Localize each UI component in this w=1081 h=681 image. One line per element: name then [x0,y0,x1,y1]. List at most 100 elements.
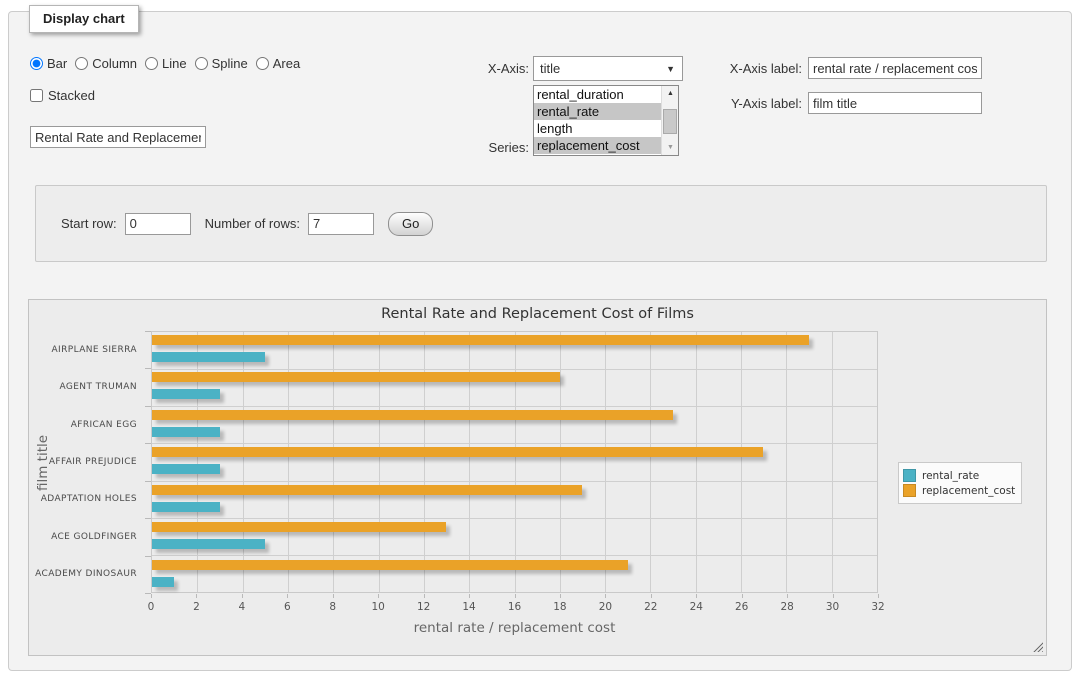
x-tick-mark [287,594,288,598]
bar-rental_rate-african-egg [152,427,220,437]
row-controls-panel: Start row: Number of rows: Go [35,185,1047,262]
category-label: ADAPTATION HOLES [29,494,137,504]
x-tick-label: 4 [227,601,257,613]
x-axis-select[interactable]: title ▼ [533,56,683,81]
x-tick-label: 10 [363,601,393,613]
bar-rental_rate-adaptation-holes [152,502,220,512]
y-axis-label-input[interactable] [808,92,982,114]
chart-type-option-column[interactable]: Column [75,56,137,71]
vertical-gridline [560,332,561,592]
chevron-down-icon: ▼ [666,57,675,81]
chart-title-input[interactable] [30,126,206,148]
chart-type-radio-area[interactable] [256,57,269,70]
x-tick-mark [424,594,425,598]
chart-type-option-line[interactable]: Line [145,56,187,71]
x-tick-mark [151,594,152,598]
bar-replacement_cost-adaptation-holes [152,485,582,495]
start-row-label: Start row: [61,216,117,231]
legend-label: replacement_cost [922,485,1015,497]
chart-type-radio-line[interactable] [145,57,158,70]
x-tick-label: 0 [136,601,166,613]
series-option-rental_duration[interactable]: rental_duration [534,86,661,103]
legend-entry-rental_rate: rental_rate [903,469,1015,482]
x-tick-label: 26 [727,601,757,613]
x-axis-label-caption: X-Axis label: [718,61,802,76]
legend-swatch-icon [903,484,916,497]
horizontal-gridline [152,406,877,407]
resize-handle-icon[interactable] [1032,641,1043,652]
chart-type-radio-bar[interactable] [30,57,43,70]
x-tick-label: 24 [681,601,711,613]
category-label: AGENT TRUMAN [29,382,137,392]
chart-type-label: Bar [47,56,67,71]
vertical-gridline [333,332,334,592]
x-tick-mark [605,594,606,598]
x-tick-label: 6 [272,601,302,613]
vertical-gridline [243,332,244,592]
chart-type-radio-group: Bar Column Line Spline Area [30,56,308,71]
vertical-gridline [605,332,606,592]
horizontal-gridline [152,369,877,370]
y-tick-mark [145,443,151,444]
chart-type-radio-column[interactable] [75,57,88,70]
x-tick-mark [469,594,470,598]
vertical-gridline [515,332,516,592]
chart-legend: rental_rate replacement_cost [898,462,1022,504]
x-tick-mark [515,594,516,598]
y-tick-mark [145,518,151,519]
stacked-checkbox[interactable] [30,89,43,102]
chart-panel: Rental Rate and Replacement Cost of Film… [28,299,1047,656]
x-tick-label: 2 [181,601,211,613]
chart-type-label: Column [92,56,137,71]
series-option-replacement_cost[interactable]: replacement_cost [534,137,661,154]
bar-rental_rate-agent-truman [152,389,220,399]
bar-replacement_cost-ace-goldfinger [152,522,446,532]
x-tick-mark [333,594,334,598]
scroll-up-icon[interactable]: ▲ [662,86,679,101]
category-label: AFFAIR PREJUDICE [29,457,137,467]
chart-type-label: Line [162,56,187,71]
horizontal-gridline [152,555,877,556]
vertical-gridline [379,332,380,592]
category-label: ACE GOLDFINGER [29,532,137,542]
vertical-gridline [741,332,742,592]
num-rows-input[interactable] [308,213,374,235]
vertical-gridline [288,332,289,592]
chart-type-radio-spline[interactable] [195,57,208,70]
horizontal-gridline [152,443,877,444]
y-tick-mark [145,556,151,557]
x-tick-label: 20 [590,601,620,613]
chart-type-option-area[interactable]: Area [256,56,300,71]
series-multiselect[interactable]: rental_durationrental_ratelengthreplacem… [533,85,679,156]
chart-type-label: Spline [212,56,248,71]
scrollbar-thumb[interactable] [663,109,677,134]
stacked-row: Stacked [30,88,95,103]
y-tick-mark [145,331,151,332]
series-option-length[interactable]: length [534,120,661,137]
bar-replacement_cost-affair-prejudice [152,447,763,457]
series-caption: Series: [455,140,529,155]
go-button[interactable]: Go [388,212,433,236]
vertical-gridline [696,332,697,592]
vertical-gridline [469,332,470,592]
legend-swatch-icon [903,469,916,482]
x-tick-mark [242,594,243,598]
y-tick-mark [145,368,151,369]
chart-type-option-spline[interactable]: Spline [195,56,248,71]
vertical-gridline [832,332,833,592]
series-list-scrollbar[interactable]: ▲ ▼ [661,86,678,155]
chart-type-label: Area [273,56,300,71]
y-tick-mark [145,406,151,407]
x-axis-label-input[interactable] [808,57,982,79]
start-row-input[interactable] [125,213,191,235]
x-axis-selected-value: title [540,61,560,76]
y-tick-mark [145,481,151,482]
fieldset-legend: Display chart [29,5,139,33]
y-axis-label-caption: Y-Axis label: [718,96,802,111]
vertical-gridline [786,332,787,592]
chart-type-option-bar[interactable]: Bar [30,56,67,71]
series-option-rental_rate[interactable]: rental_rate [534,103,661,120]
x-tick-mark [833,594,834,598]
x-tick-mark [696,594,697,598]
scroll-down-icon[interactable]: ▼ [662,140,679,155]
